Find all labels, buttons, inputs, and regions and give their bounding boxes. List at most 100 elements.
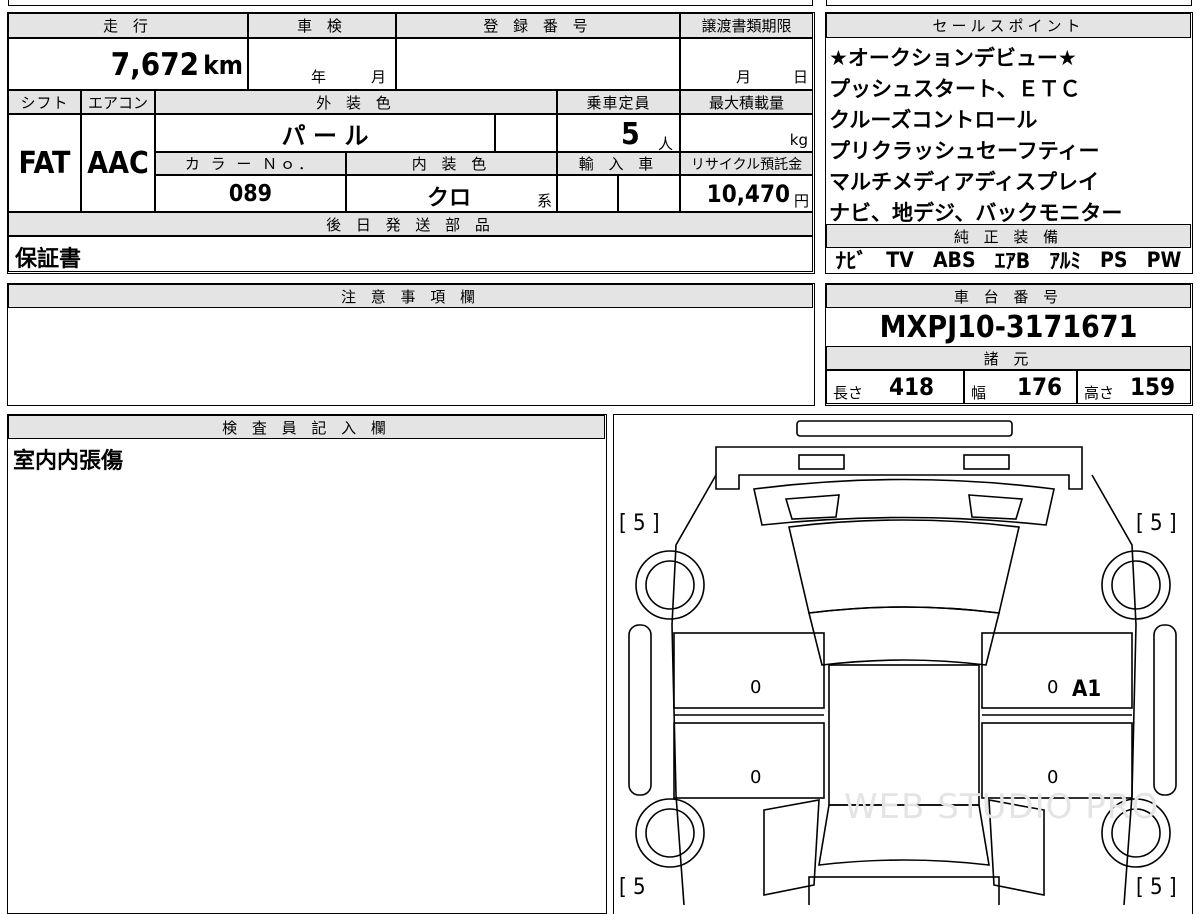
later-parts-cell: 保証書 bbox=[8, 236, 813, 272]
front-grille-right bbox=[963, 454, 1010, 470]
transfer-day: 日 bbox=[793, 68, 809, 86]
car-diagram bbox=[628, 420, 1177, 905]
exterior-extra-cell bbox=[495, 114, 557, 152]
tire-rr-label: [ 5 ] bbox=[1136, 875, 1177, 900]
transfer-cell: 月 日 bbox=[680, 38, 813, 90]
maxload-header: 最大積載量 bbox=[680, 90, 813, 114]
door-rear-left bbox=[673, 722, 825, 799]
exterior-header: 外 装 色 bbox=[155, 90, 557, 114]
width-cell: 幅 176 bbox=[964, 370, 1077, 404]
length-cell: 長さ 418 bbox=[826, 370, 964, 404]
sales-point-2: プッシュスタート、ＥＴＣ bbox=[829, 77, 1081, 101]
front-bumper bbox=[715, 446, 1083, 490]
equipment-navi: ﾅﾋﾞ bbox=[835, 249, 868, 273]
rear-bumper bbox=[808, 876, 1000, 905]
exterior-cell: パ ー ル bbox=[155, 114, 495, 152]
registration-header: 登 録 番 号 bbox=[396, 13, 680, 38]
specs-header: 諸 元 bbox=[826, 346, 1191, 370]
mirror-left bbox=[628, 624, 652, 796]
height-cell: 高さ 159 bbox=[1077, 370, 1191, 404]
transfer-header: 譲渡書類期限 bbox=[680, 13, 813, 38]
width-label: 幅 bbox=[971, 384, 987, 402]
equipment-list: ﾅﾋﾞ TV ABS ｴｱB ｱﾙﾐ PS PW bbox=[826, 248, 1191, 273]
mileage-header: 走 行 bbox=[8, 13, 248, 38]
tire-fr-label: [ 5 ] bbox=[1136, 511, 1177, 536]
shift-cell: FAT bbox=[8, 114, 81, 212]
capacity-header: 乗車定員 bbox=[557, 90, 680, 114]
door-fl-mark: 0 bbox=[750, 677, 762, 698]
vehicle-info-table: 走 行 車 検 登 録 番 号 譲渡書類期限 7,672 km 年 月 月 日 … bbox=[7, 12, 815, 274]
transfer-month: 月 bbox=[736, 68, 752, 86]
chassis-number-cell: MXPJ10-3171671 bbox=[826, 308, 1191, 346]
height-value: 159 bbox=[1130, 373, 1176, 401]
sales-point-4: プリクラッシュセーフティー bbox=[829, 139, 1100, 163]
import-cell-a bbox=[557, 175, 618, 212]
recycle-header: リサイクル預託金 bbox=[680, 152, 813, 175]
ac-cell: AAC bbox=[81, 114, 155, 212]
equipment-ps: PS bbox=[1100, 248, 1128, 272]
sales-point-3: クルーズコントロール bbox=[829, 108, 1038, 132]
inspection-header: 車 検 bbox=[248, 13, 396, 38]
interior-value: クロ bbox=[427, 186, 472, 211]
chassis-number: MXPJ10-3171671 bbox=[879, 309, 1138, 345]
sales-point-list: ★オークションデビュー★ プッシュスタート、ＥＴＣ クルーズコントロール プリク… bbox=[829, 43, 1189, 229]
mileage-cell: 7,672 km bbox=[8, 38, 248, 90]
equipment-airbag: ｴｱB bbox=[994, 249, 1031, 273]
inspector-box: 検 査 員 記 入 欄 室内内張傷 bbox=[7, 414, 607, 914]
mirror-right bbox=[1153, 624, 1177, 796]
inspector-header: 検 査 員 記 入 欄 bbox=[8, 415, 605, 439]
capacity-cell: 5 人 bbox=[557, 114, 680, 153]
windshield bbox=[788, 519, 1020, 614]
chassis-header: 車 台 番 号 bbox=[826, 284, 1191, 308]
maxload-cell: kg bbox=[680, 114, 813, 152]
headlight-left bbox=[784, 494, 840, 520]
recycle-unit: 円 bbox=[793, 192, 809, 210]
shift-header: シフト bbox=[8, 90, 81, 114]
import-cell-b bbox=[618, 175, 680, 212]
door-fr-mark: 0 bbox=[1047, 677, 1059, 698]
headlight-right bbox=[968, 494, 1024, 520]
tire-rl-label: [ 5 bbox=[619, 875, 646, 900]
capacity-unit: 人 bbox=[658, 135, 674, 153]
body-left-outline bbox=[671, 474, 717, 905]
import-header: 輸 入 車 bbox=[557, 152, 680, 175]
maxload-unit: kg bbox=[789, 131, 808, 149]
mileage-value: 7,672 bbox=[110, 47, 199, 83]
inspection-cell: 年 月 bbox=[248, 38, 396, 90]
caution-header: 注 意 事 項 欄 bbox=[8, 284, 813, 308]
later-parts-header: 後 日 発 送 部 品 bbox=[8, 212, 813, 236]
registration-cell bbox=[396, 38, 680, 90]
interior-suffix: 系 bbox=[537, 192, 553, 210]
length-label: 長さ bbox=[833, 384, 864, 402]
recycle-cell: 10,470 円 bbox=[680, 175, 813, 212]
recycle-value: 10,470 bbox=[706, 180, 790, 208]
door-fr-damage: A1 bbox=[1072, 677, 1102, 702]
equipment-pw: PW bbox=[1146, 248, 1182, 272]
tire-fl-label: [ 5 ] bbox=[619, 511, 660, 536]
length-value: 418 bbox=[889, 373, 935, 401]
equipment-alloy: ｱﾙﾐ bbox=[1049, 249, 1081, 273]
shift-value: FAT bbox=[18, 145, 71, 181]
rear-fender-left bbox=[763, 799, 820, 896]
cabin-roof bbox=[828, 664, 980, 806]
damage-diagram-box: [ 5 ] [ 5 ] [ 5 [ 5 ] 0 0 A1 0 0 WEB STU… bbox=[613, 414, 1193, 914]
equipment-abs: ABS bbox=[932, 248, 976, 272]
front-spoiler bbox=[796, 420, 1013, 437]
ac-value: AAC bbox=[87, 145, 149, 181]
height-label: 高さ bbox=[1084, 384, 1115, 402]
ac-header: エアコン bbox=[81, 90, 155, 114]
door-rl-mark: 0 bbox=[750, 767, 762, 788]
later-parts-value: 保証書 bbox=[15, 247, 82, 272]
equipment-tv: TV bbox=[886, 248, 914, 272]
color-no-header: カ ラ ー Ｎｏ． bbox=[155, 152, 346, 175]
inspection-year: 年 bbox=[311, 68, 327, 86]
watermark: WEB STUDIO PRO bbox=[844, 787, 1160, 827]
sales-point-box: セールスポイント ★オークションデビュー★ プッシュスタート、ＥＴＣ クルーズコ… bbox=[825, 12, 1193, 274]
interior-cell: クロ 系 bbox=[346, 175, 557, 212]
interior-header: 内 装 色 bbox=[346, 152, 557, 175]
inspection-month: 月 bbox=[371, 68, 387, 86]
caution-box: 注 意 事 項 欄 bbox=[7, 283, 815, 406]
front-grille bbox=[798, 454, 845, 470]
sales-point-5: マルチメディアディスプレイ bbox=[829, 170, 1100, 194]
roof bbox=[808, 606, 1000, 666]
